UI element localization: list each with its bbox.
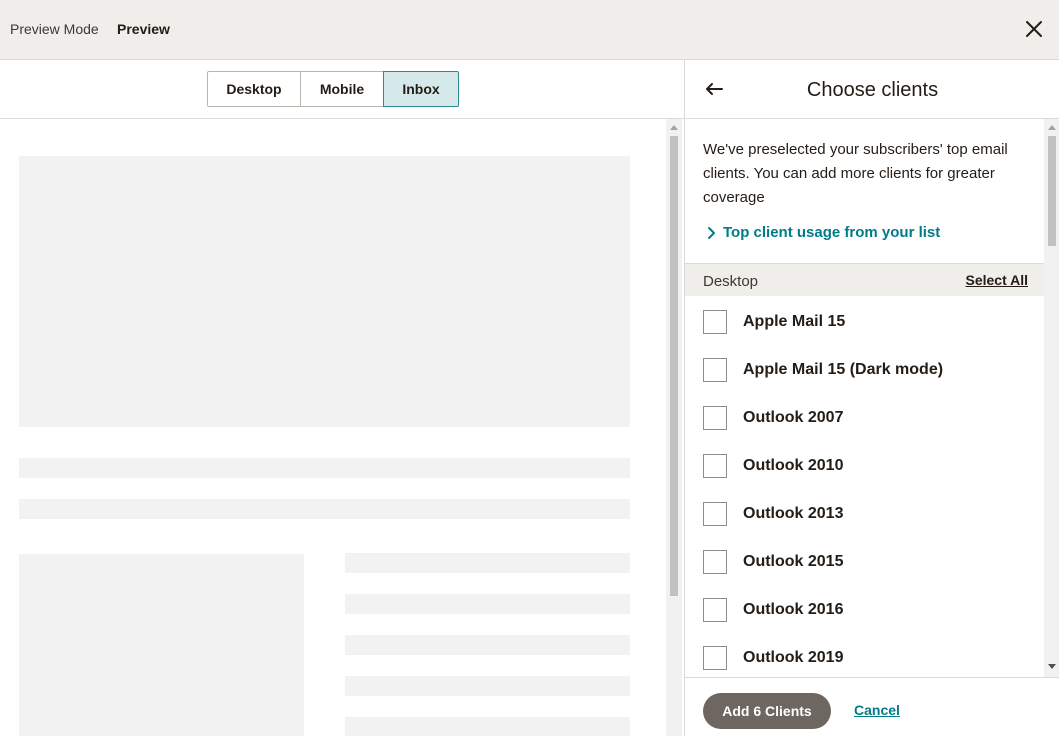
panel-footer: Add 6 Clients Cancel <box>685 677 1059 736</box>
client-checkbox[interactable] <box>703 406 727 430</box>
scroll-down-icon[interactable] <box>1048 664 1056 669</box>
client-checkbox[interactable] <box>703 502 727 526</box>
placeholder-image <box>19 554 304 736</box>
panel-title: Choose clients <box>806 79 939 101</box>
intro-text: We've preselected your subscribers' top … <box>703 141 1008 206</box>
placeholder-line <box>345 676 630 696</box>
client-item[interactable]: Outlook 2013 <box>685 501 1046 549</box>
preview-scrollbar[interactable] <box>666 119 682 736</box>
top-client-usage-label: Top client usage from your list <box>723 224 941 241</box>
placeholder-line <box>345 717 630 736</box>
client-checkbox[interactable] <box>703 454 727 478</box>
top-client-usage-link[interactable]: Top client usage from your list <box>707 224 940 241</box>
placeholder-line <box>345 594 630 614</box>
add-clients-button[interactable]: Add 6 Clients <box>703 693 831 729</box>
top-bar: Preview Mode Preview <box>0 0 1059 60</box>
page-title: Preview <box>117 21 170 37</box>
choose-clients-panel: Choose clients We've preselected your su… <box>684 60 1059 736</box>
select-all-link[interactable]: Select All <box>965 272 1028 288</box>
client-item[interactable]: Outlook 2016 <box>685 597 1046 645</box>
scroll-up-icon[interactable] <box>1048 125 1056 130</box>
email-preview-canvas <box>0 119 684 736</box>
tab-desktop[interactable]: Desktop <box>207 71 301 107</box>
preview-mode-label: Preview Mode <box>10 21 99 37</box>
tab-mobile[interactable]: Mobile <box>300 71 384 107</box>
placeholder-line <box>345 553 630 573</box>
panel-scrollbar[interactable] <box>1044 119 1059 677</box>
client-label: Apple Mail 15 <box>743 313 846 330</box>
client-item[interactable]: Outlook 2019 <box>685 645 1046 677</box>
client-label: Outlook 2016 <box>743 601 844 618</box>
cancel-link[interactable]: Cancel <box>854 702 900 718</box>
panel-body: We've preselected your subscribers' top … <box>685 119 1059 677</box>
client-item[interactable]: Outlook 2007 <box>685 405 1046 453</box>
tab-inbox[interactable]: Inbox <box>383 71 459 107</box>
close-icon[interactable] <box>1022 17 1046 41</box>
placeholder-hero <box>19 156 630 427</box>
preview-area: Desktop Mobile Inbox <box>0 60 684 736</box>
scrollbar-thumb[interactable] <box>1048 136 1056 246</box>
client-checkbox[interactable] <box>703 310 727 334</box>
client-label: Outlook 2007 <box>743 409 844 426</box>
scrollbar-thumb[interactable] <box>670 136 678 596</box>
client-group-name: Desktop <box>703 273 759 290</box>
client-checkbox[interactable] <box>703 646 727 670</box>
client-checkbox[interactable] <box>703 598 727 622</box>
client-label: Outlook 2019 <box>743 649 844 666</box>
scroll-up-icon[interactable] <box>670 125 678 130</box>
chevron-right-icon <box>708 226 715 239</box>
placeholder-line <box>19 499 630 519</box>
device-toggle: Desktop Mobile Inbox <box>0 60 684 119</box>
placeholder-line <box>19 458 630 478</box>
client-checkbox[interactable] <box>703 550 727 574</box>
client-checkbox[interactable] <box>703 358 727 382</box>
client-label: Outlook 2013 <box>743 505 844 522</box>
client-item[interactable]: Apple Mail 15 (Dark mode) <box>685 357 1046 405</box>
client-item[interactable]: Outlook 2015 <box>685 549 1046 597</box>
client-item[interactable]: Apple Mail 15 <box>685 309 1046 357</box>
panel-header: Choose clients <box>685 60 1059 119</box>
placeholder-line <box>345 635 630 655</box>
client-label: Outlook 2010 <box>743 457 844 474</box>
client-label: Apple Mail 15 (Dark mode) <box>743 361 944 378</box>
client-group-header: Desktop Select All <box>685 263 1046 296</box>
client-label: Outlook 2015 <box>743 553 844 570</box>
client-item[interactable]: Outlook 2010 <box>685 453 1046 501</box>
